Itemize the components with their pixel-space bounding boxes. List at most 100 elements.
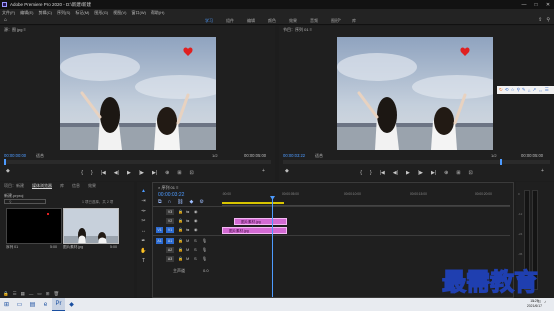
source-fit-dropdown[interactable]: 适合 [36, 153, 44, 159]
pen-tool-icon[interactable]: ✒ [140, 238, 147, 245]
edge-browser-icon[interactable]: e [39, 298, 52, 311]
program-video-frame[interactable] [337, 37, 493, 150]
hand-tool-icon[interactable]: ✋ [140, 248, 147, 255]
workspace-overflow-button[interactable]: » [338, 17, 341, 23]
step-forward-icon[interactable]: |▶ [418, 170, 423, 176]
lock-icon[interactable]: 🔒 [178, 256, 183, 261]
slip-tool-icon[interactable]: ↔ [140, 228, 147, 235]
tab-libraries[interactable]: 库 [60, 183, 64, 189]
program-scrub-bar[interactable] [283, 159, 550, 165]
home-icon[interactable]: ⌂ [4, 18, 9, 23]
menu-file[interactable]: 文件(F) [2, 10, 15, 16]
solo-icon[interactable]: S [194, 247, 197, 252]
undo-icon[interactable]: ⟲ [505, 87, 509, 93]
timeline-timecode[interactable]: 00:00:03:22 [158, 192, 184, 198]
go-to-in-icon[interactable]: |◀ [380, 170, 385, 176]
lock-icon[interactable]: 🔒 [178, 218, 183, 223]
export-frame-icon[interactable]: ⊡ [190, 170, 194, 176]
track-label[interactable]: A1 [166, 238, 174, 244]
volume-icon[interactable]: ♪ [544, 299, 546, 304]
play-icon[interactable]: ▶ [406, 170, 410, 176]
solo-icon[interactable]: S [194, 238, 197, 243]
search-icon[interactable]: ⚲ [546, 17, 550, 23]
program-fit-dropdown[interactable]: 适合 [315, 153, 323, 159]
eye-icon[interactable]: ◉ [194, 227, 198, 232]
source-timecode[interactable]: 00:00:00:00 [4, 153, 26, 158]
master-track-value[interactable]: 0.0 [203, 268, 209, 273]
menu-help[interactable]: 帮助(H) [151, 10, 165, 16]
premiere-taskbar-icon[interactable]: Pr [52, 298, 65, 311]
solo-icon[interactable]: S [194, 256, 197, 261]
ripple-edit-tool-icon[interactable]: ⟛ [140, 208, 147, 215]
mic-icon[interactable]: 🎙 [202, 256, 207, 261]
swap-icon[interactable]: ⇔ [538, 88, 543, 93]
workspace-tab-libraries[interactable]: 库 [352, 18, 356, 24]
track-label[interactable]: V3 [166, 209, 174, 215]
insert-icon[interactable]: ⊕ [165, 170, 169, 176]
lock-icon[interactable]: 🔒 [3, 291, 9, 297]
settings-wrench-icon[interactable]: ⚙ [199, 199, 203, 205]
go-to-in-icon[interactable]: |◀ [101, 170, 106, 176]
mute-icon[interactable]: M [186, 238, 189, 243]
lock-icon[interactable]: 🔒 [178, 227, 183, 232]
workspace-tab-effects[interactable]: 效果 [289, 18, 297, 24]
timeline-clip-v1[interactable]: 图片素材.jpg [222, 227, 287, 234]
menu-window[interactable]: 窗口(W) [131, 10, 145, 16]
source-add-button-icon[interactable]: + [262, 168, 265, 174]
minimize-button[interactable]: — [518, 0, 530, 9]
zoom-slider-icon[interactable]: — [29, 292, 34, 297]
mark-in-icon[interactable]: { [81, 170, 83, 176]
source-video-frame[interactable] [60, 37, 216, 150]
menu-view[interactable]: 视图(V) [113, 10, 126, 16]
track-select-tool-icon[interactable]: ⇥ [140, 198, 147, 205]
extract-icon[interactable]: ⊞ [456, 170, 460, 176]
workspace-tab-audio[interactable]: 音频 [310, 18, 318, 24]
maximize-button[interactable]: □ [530, 0, 542, 9]
mark-out-icon[interactable]: } [91, 170, 93, 176]
source-resolution-dropdown[interactable]: 1/2 [212, 153, 218, 158]
mic-icon[interactable]: 🎙 [202, 238, 207, 243]
tab-info[interactable]: 信息 [72, 183, 80, 189]
source-monitor-title[interactable]: 源：图 jpg ≡ [4, 27, 26, 33]
mark-out-icon[interactable]: } [370, 170, 372, 176]
step-back-icon[interactable]: ◀| [393, 170, 398, 176]
timeline-playhead-line[interactable] [272, 197, 273, 297]
track-label[interactable]: V1 [166, 227, 174, 233]
lock-icon[interactable]: 🔒 [178, 209, 183, 214]
menu-sequence[interactable]: 序列(S) [57, 10, 70, 16]
taskbar-clock[interactable]: 15:29 2021/6/17 [527, 299, 542, 309]
step-forward-icon[interactable]: |▶ [139, 170, 144, 176]
mute-icon[interactable]: M [186, 247, 189, 252]
project-item-image[interactable] [63, 208, 119, 244]
track-target[interactable]: A1 [156, 238, 163, 244]
icon-view-icon[interactable]: ▦ [21, 291, 25, 297]
source-scrub-bar[interactable] [4, 159, 271, 165]
trash-icon[interactable]: 🗑 [53, 291, 59, 297]
share-icon[interactable]: ↗ [532, 87, 536, 93]
new-bin-icon[interactable]: ▭ [37, 291, 41, 297]
eye-icon[interactable]: ◉ [194, 218, 198, 223]
app-taskbar-icon[interactable]: ◆ [65, 298, 78, 311]
workspace-tab-editing[interactable]: 编辑 [247, 18, 255, 24]
program-monitor-title[interactable]: 节目：序列 01 ≡ [283, 27, 312, 33]
track-label[interactable]: V2 [166, 218, 174, 224]
nest-icon[interactable]: ⧉ [158, 199, 162, 205]
workspace-tab-learning[interactable]: 学习 [205, 18, 213, 24]
refresh-icon[interactable]: ↻ [499, 87, 503, 93]
go-to-out-icon[interactable]: ▶| [431, 170, 436, 176]
search-icon[interactable]: ⚲ [517, 87, 520, 93]
track-label[interactable]: A3 [166, 256, 174, 262]
linked-selection-icon[interactable]: ⛓ [177, 199, 183, 205]
tab-project[interactable]: 项目：新建 [4, 183, 24, 189]
start-windows-icon[interactable]: ⊞ [0, 298, 13, 311]
share-icon[interactable]: ⇪ [538, 17, 542, 23]
sync-lock-icon[interactable]: ⇆ [186, 218, 189, 223]
menu-graphics[interactable]: 图形(G) [94, 10, 108, 16]
export-frame-icon[interactable]: ⊡ [469, 170, 473, 176]
sync-lock-icon[interactable]: ⇆ [186, 209, 189, 214]
snap-icon[interactable]: ∩ [168, 199, 172, 205]
program-resolution-dropdown[interactable]: 1/2 [491, 153, 497, 158]
program-playhead[interactable] [500, 159, 503, 165]
mic-icon[interactable]: 🎙 [202, 247, 207, 252]
timeline-title[interactable]: × 序列 01 ≡ [158, 185, 178, 191]
